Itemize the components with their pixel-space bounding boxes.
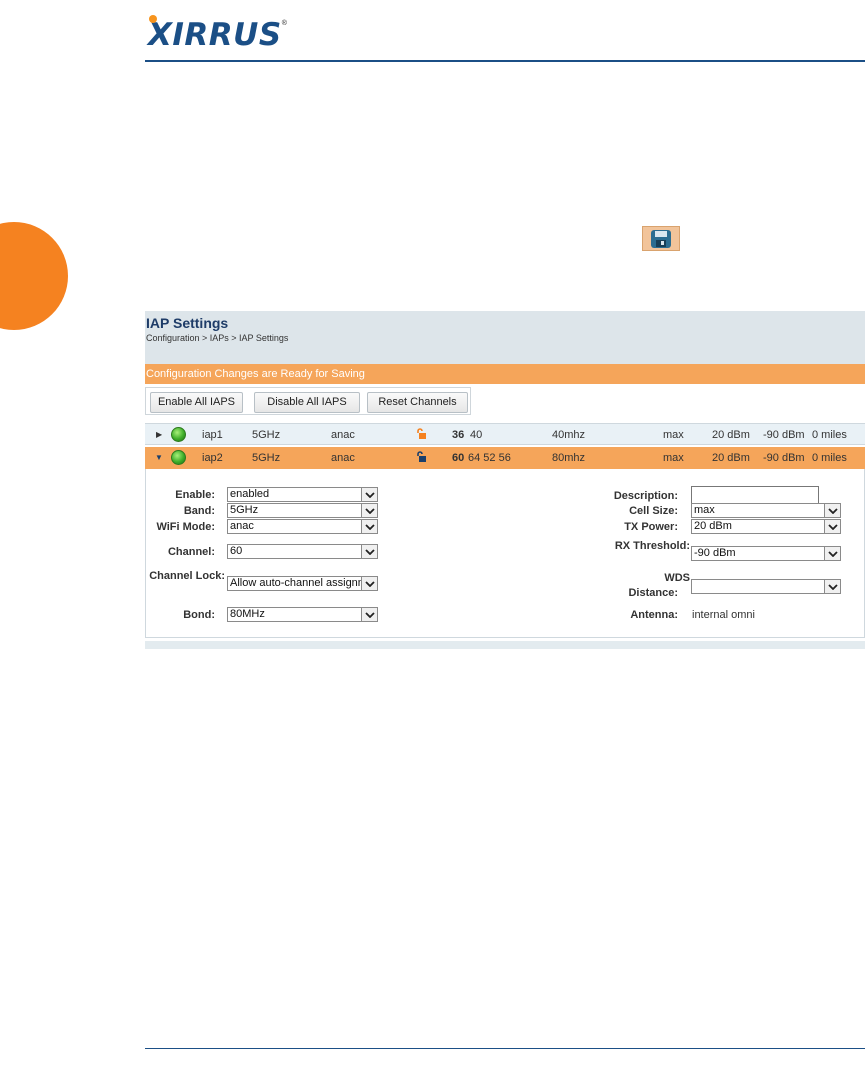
chevron-down-icon[interactable]: [361, 608, 377, 621]
reset-channels-button[interactable]: Reset Channels: [367, 392, 468, 413]
expand-arrow-icon[interactable]: ▶: [156, 424, 162, 446]
cell-size-select[interactable]: max: [691, 503, 841, 518]
enable-all-iaps-button[interactable]: Enable All IAPS: [150, 392, 243, 413]
iap-row-iap2[interactable]: ▼ iap2 5GHz anac 60 64 52 56 80mhz max 2…: [145, 447, 865, 469]
iap-toolbar: Enable All IAPS Disable All IAPS Reset C…: [145, 387, 471, 415]
band-label: Band:: [183, 505, 215, 517]
iap-cell-size: max: [663, 452, 684, 464]
logo-text: XIRRUS: [148, 17, 282, 53]
iap-wds-distance: 0 miles: [812, 452, 847, 464]
page-title: IAP Settings: [146, 315, 229, 331]
bond-select[interactable]: 80MHz: [227, 607, 378, 622]
rx-threshold-value: -90 dBm: [694, 547, 736, 559]
iap-bond: 40mhz: [552, 429, 586, 441]
enable-label: Enable:: [175, 489, 215, 501]
iap-name: iap1: [202, 429, 223, 441]
logo-registered-mark: ®: [281, 20, 287, 27]
rx-threshold-label: RX Threshold:: [614, 540, 690, 552]
chevron-down-icon[interactable]: [824, 547, 840, 560]
chevron-down-icon[interactable]: [361, 545, 377, 558]
wds-distance-select[interactable]: [691, 579, 841, 594]
description-field[interactable]: [691, 486, 819, 504]
breadcrumb: Configuration > IAPs > IAP Settings: [146, 333, 289, 343]
wifi-mode-label: WiFi Mode:: [156, 521, 215, 533]
enable-select[interactable]: enabled: [227, 487, 378, 502]
footer-divider: [145, 1048, 865, 1049]
chevron-down-icon[interactable]: [824, 504, 840, 517]
antenna-label: Antenna:: [630, 609, 678, 621]
channel-lock-value: Allow auto-channel assignment: [230, 577, 361, 589]
wifi-mode-select[interactable]: anac: [227, 519, 378, 534]
iap-row-iap1[interactable]: ▶ iap1 5GHz anac 36 40 40mhz max 20 dBm …: [145, 423, 865, 445]
tx-power-label: TX Power:: [624, 521, 678, 533]
unlocked-icon[interactable]: [416, 428, 426, 440]
iap-channel-primary: 36: [452, 429, 465, 441]
iap-bond: 80mhz: [552, 452, 586, 464]
iap-mode: anac: [331, 452, 355, 464]
iap-rx-threshold: -90 dBm: [763, 452, 805, 464]
collapse-arrow-icon[interactable]: ▼: [155, 447, 163, 469]
chevron-down-icon[interactable]: [361, 504, 377, 517]
chevron-down-icon[interactable]: [361, 488, 377, 501]
bond-value: 80MHz: [230, 608, 265, 620]
iap-tx-power: 20 dBm: [712, 429, 750, 441]
wds-distance-label-line1: WDS: [664, 572, 690, 584]
iap-cell-size: max: [663, 429, 684, 441]
logo-dot: [149, 15, 157, 23]
floppy-disk-icon: [651, 229, 671, 248]
enable-value: enabled: [230, 488, 270, 500]
channel-lock-label: Channel Lock:: [149, 570, 225, 582]
iap-settings-panel: IAP Settings Configuration > IAPs > IAP …: [145, 311, 865, 649]
iap-channel-primary: 60: [452, 452, 465, 464]
green-led-icon: [171, 450, 186, 465]
wds-distance-label-line2: Distance:: [628, 587, 678, 599]
header-divider: [145, 60, 865, 62]
antenna-value: internal omni: [692, 609, 755, 621]
cell-size-label: Cell Size:: [629, 505, 678, 517]
tx-power-value: 20 dBm: [694, 520, 732, 532]
iap-detail-form: Enable: enabled Band: 5GHz WiFi Mode: an…: [145, 469, 865, 638]
channel-select[interactable]: 60: [227, 544, 378, 559]
channel-lock-select[interactable]: Allow auto-channel assignment: [227, 576, 378, 591]
tx-power-select[interactable]: 20 dBm: [691, 519, 841, 534]
iap-channel-bonded: 40: [470, 429, 483, 441]
chevron-down-icon[interactable]: [361, 577, 377, 590]
iap-wds-distance: 0 miles: [812, 429, 847, 441]
iap-band: 5GHz: [252, 429, 281, 441]
band-select[interactable]: 5GHz: [227, 503, 378, 518]
band-value: 5GHz: [230, 504, 259, 516]
iap-rx-threshold: -90 dBm: [763, 429, 805, 441]
chevron-down-icon[interactable]: [824, 520, 840, 533]
xirrus-logo: XIRRUS®: [148, 15, 287, 53]
green-led-icon: [171, 427, 186, 442]
unsaved-changes-notice: Configuration Changes are Ready for Savi…: [145, 364, 865, 384]
rx-threshold-select[interactable]: -90 dBm: [691, 546, 841, 561]
iap-tx-power: 20 dBm: [712, 452, 750, 464]
channel-label: Channel:: [167, 546, 215, 558]
bond-label: Bond:: [183, 609, 215, 621]
description-label: Description:: [613, 490, 678, 502]
iap-band: 5GHz: [252, 452, 281, 464]
unlocked-icon[interactable]: [416, 451, 426, 463]
wifi-mode-value: anac: [230, 520, 254, 532]
panel-bottom-strip: [145, 641, 865, 649]
chevron-down-icon[interactable]: [824, 580, 840, 593]
cell-size-value: max: [694, 504, 715, 516]
channel-value: 60: [230, 545, 243, 557]
disable-all-iaps-button[interactable]: Disable All IAPS: [254, 392, 360, 413]
chapter-tab-marker: [0, 222, 68, 330]
iap-channel-bonded: 64 52 56: [468, 452, 511, 464]
panel-header: IAP Settings Configuration > IAPs > IAP …: [145, 311, 865, 364]
chevron-down-icon[interactable]: [361, 520, 377, 533]
save-icon[interactable]: [642, 226, 680, 251]
iap-mode: anac: [331, 429, 355, 441]
iap-name: iap2: [202, 452, 223, 464]
